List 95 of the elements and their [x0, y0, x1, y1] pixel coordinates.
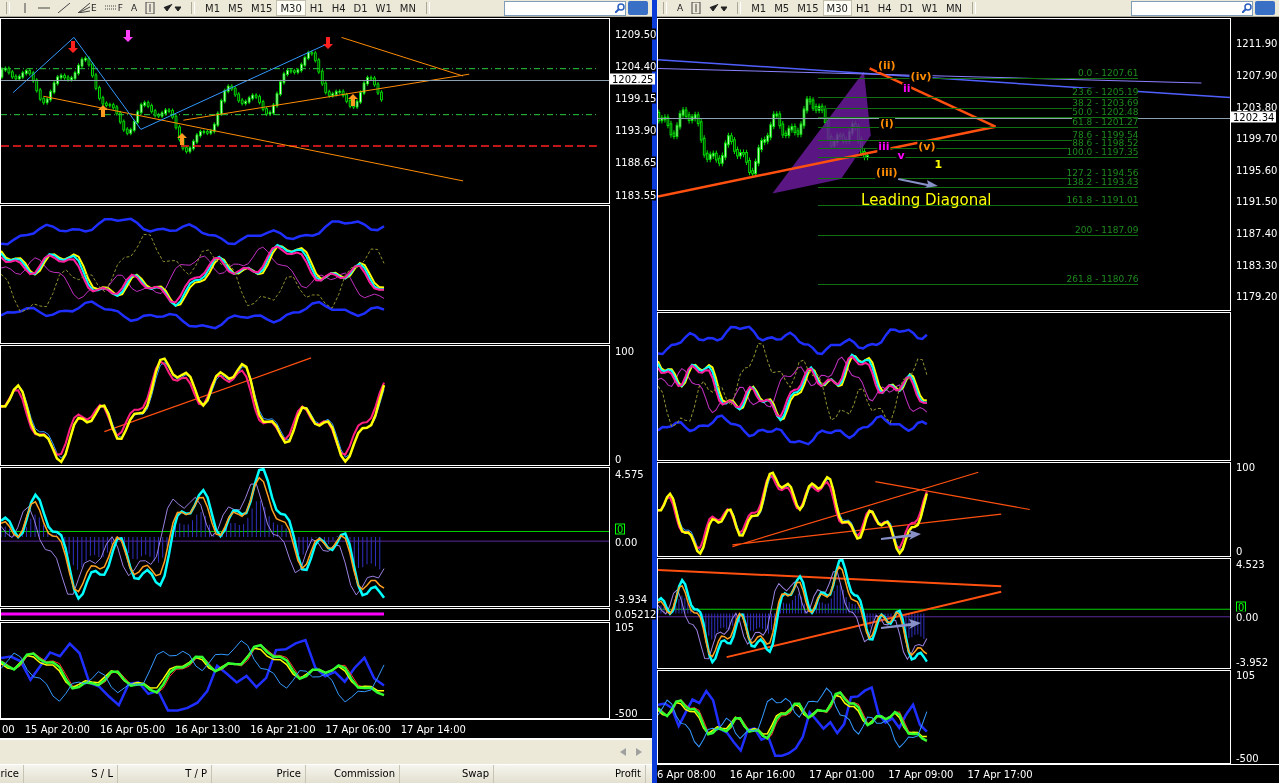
time-axis-label: 17 Apr 14:00	[400, 723, 466, 735]
indicator-axis-label: -3.934	[615, 593, 648, 605]
chart-annotation: Leading Diagonal	[861, 190, 992, 209]
indicator-axis-label: 4.523	[1236, 558, 1265, 570]
column-header[interactable]: Profit	[494, 765, 646, 783]
timeframe-button[interactable]: M15	[793, 0, 823, 16]
indicator-axis-label: 0	[615, 453, 622, 465]
time-axis-label: 17 Apr 06:00	[325, 723, 391, 735]
timeframe-button[interactable]: M30	[276, 0, 306, 16]
fibonacci-level-label: 88.6 - 1198.52	[1072, 138, 1139, 148]
text-tool[interactable]: A	[126, 0, 142, 16]
price-axis-label: 1211.90	[1236, 37, 1278, 49]
wave-label: iii	[877, 141, 891, 154]
indicator-axis-label: 4.575	[615, 468, 644, 480]
fibonacci-level-label: 23.6 - 1205.19	[1072, 87, 1139, 97]
indicator-axis-label: 100	[615, 345, 635, 357]
column-header[interactable]: Commission	[306, 765, 400, 783]
timeframe-button[interactable]: M15	[247, 0, 277, 16]
fibonacci-level-label: 127.2 - 1194.56	[1066, 168, 1139, 178]
timeframe-button[interactable]: MN	[942, 0, 967, 16]
price-axis-label: 1195.60	[1236, 164, 1278, 176]
time-axis-label: 16 Apr 05:00	[99, 723, 166, 735]
indicator-axis-label: 0.00	[615, 536, 638, 548]
timeframe-button[interactable]: M30	[822, 0, 852, 16]
time-axis-label: 16 Apr 13:00	[175, 723, 241, 735]
fibonacci-level-label: 50.0 - 1202.48	[1072, 108, 1139, 118]
price-axis-label: 1193.90	[615, 124, 657, 136]
price-axis-label: 1183.55	[615, 189, 657, 201]
price-axis-label: 1199.70	[1236, 132, 1278, 144]
current-price-label: 1202.25	[610, 73, 656, 85]
time-axis-label: 17 Apr 17:00	[967, 768, 1033, 780]
time-axis-label: 6 Apr 08:00	[657, 768, 716, 780]
price-axis-label: 1179.20	[1236, 290, 1278, 302]
indicator-axis-label: 105	[1236, 669, 1256, 681]
wave-label: (v)	[917, 141, 937, 154]
fibonacci-level-label: 38.2 - 1203.69	[1072, 99, 1139, 108]
indicator-axis-label: 0.00	[1236, 611, 1259, 623]
fibonacci-level-label: 61.8 - 1201.27	[1072, 117, 1139, 127]
fibonacci-level-label: 138.2 - 1193.43	[1066, 177, 1139, 187]
timeframe-button[interactable]: W1	[371, 0, 396, 16]
time-axis-label: 16 Apr 16:00	[729, 768, 796, 780]
fibonacci-level-label: 200 - 1187.09	[1075, 226, 1139, 236]
timeframe-button[interactable]: M5	[224, 0, 248, 16]
price-axis-label: 1199.15	[615, 92, 657, 104]
price-axis-label: 1191.50	[1236, 196, 1278, 207]
fibonacci-level-label: 0.0 - 1207.61	[1078, 69, 1139, 78]
indicator-axis-label: 0.05212	[615, 608, 657, 620]
indicator-axis-label: 105	[615, 621, 635, 633]
timeframe-button[interactable]: H4	[873, 0, 896, 16]
time-axis-label: 17 Apr 09:00	[888, 768, 954, 780]
column-header[interactable]: rice	[0, 765, 24, 783]
channel-tool[interactable]: F	[100, 0, 127, 16]
wave-label: (iii)	[875, 167, 899, 180]
column-header[interactable]: Swap	[400, 765, 494, 783]
indicator-axis-label: -3.952	[1236, 656, 1269, 668]
column-header[interactable]: S / L	[24, 765, 118, 783]
fibonacci-level-label: 78.6 - 1199.54	[1072, 130, 1139, 140]
price-axis-label: 1207.90	[1236, 69, 1278, 81]
price-axis-label: 1183.30	[1236, 259, 1278, 271]
fibonacci-level-label: 161.8 - 1191.01	[1066, 196, 1139, 206]
time-axis-label: 17 Apr 01:00	[809, 768, 875, 780]
time-axis-label: 15 Apr 20:00	[24, 723, 90, 735]
timeframe-button[interactable]: M1	[747, 0, 771, 16]
column-header[interactable]: Price	[212, 765, 306, 783]
wave-label: 1	[933, 158, 944, 171]
price-axis-label: 1209.50	[615, 28, 657, 40]
indicator-axis-label: 0	[1236, 545, 1243, 557]
timeframe-button[interactable]: D1	[349, 0, 372, 16]
column-header[interactable]: T / P	[118, 765, 212, 783]
timeframe-button[interactable]: W1	[917, 0, 942, 16]
time-axis-label: 16 Apr 21:00	[250, 723, 316, 735]
timeframe-button[interactable]: H1	[851, 0, 874, 16]
timeframe-button[interactable]: D1	[895, 0, 918, 16]
timeframe-button[interactable]: H4	[327, 0, 350, 16]
current-price-label: 1202.34	[1231, 111, 1277, 123]
fibonacci-level-label: 261.8 - 1180.76	[1066, 274, 1139, 284]
time-axis-label: 00	[2, 723, 15, 735]
timeframe-button[interactable]: H1	[305, 0, 328, 16]
price-axis-label: 1188.65	[615, 157, 657, 168]
price-axis-label: 1204.40	[615, 60, 657, 72]
indicator-axis-label: -500	[1236, 752, 1259, 764]
fibonacci-fan-tool[interactable]: E	[74, 0, 101, 16]
price-axis-label: 1187.40	[1236, 227, 1278, 239]
indicator-axis-label: 100	[1236, 461, 1256, 473]
wave-label: (iv)	[909, 71, 933, 84]
fibonacci-level-label: 100.0 - 1197.35	[1066, 147, 1139, 157]
timeframe-button[interactable]: M5	[770, 0, 794, 16]
wave-label: ii	[902, 82, 912, 95]
indicator-axis-label: -500	[615, 707, 638, 719]
timeframe-button[interactable]: M1	[201, 0, 225, 16]
signal-marker: 0	[615, 523, 626, 535]
wave-label: (ii)	[877, 59, 897, 72]
timeframe-button[interactable]: MN	[395, 0, 420, 16]
text-tool[interactable]: A	[673, 0, 688, 16]
price-axis-label: 1203.80	[1236, 101, 1278, 113]
